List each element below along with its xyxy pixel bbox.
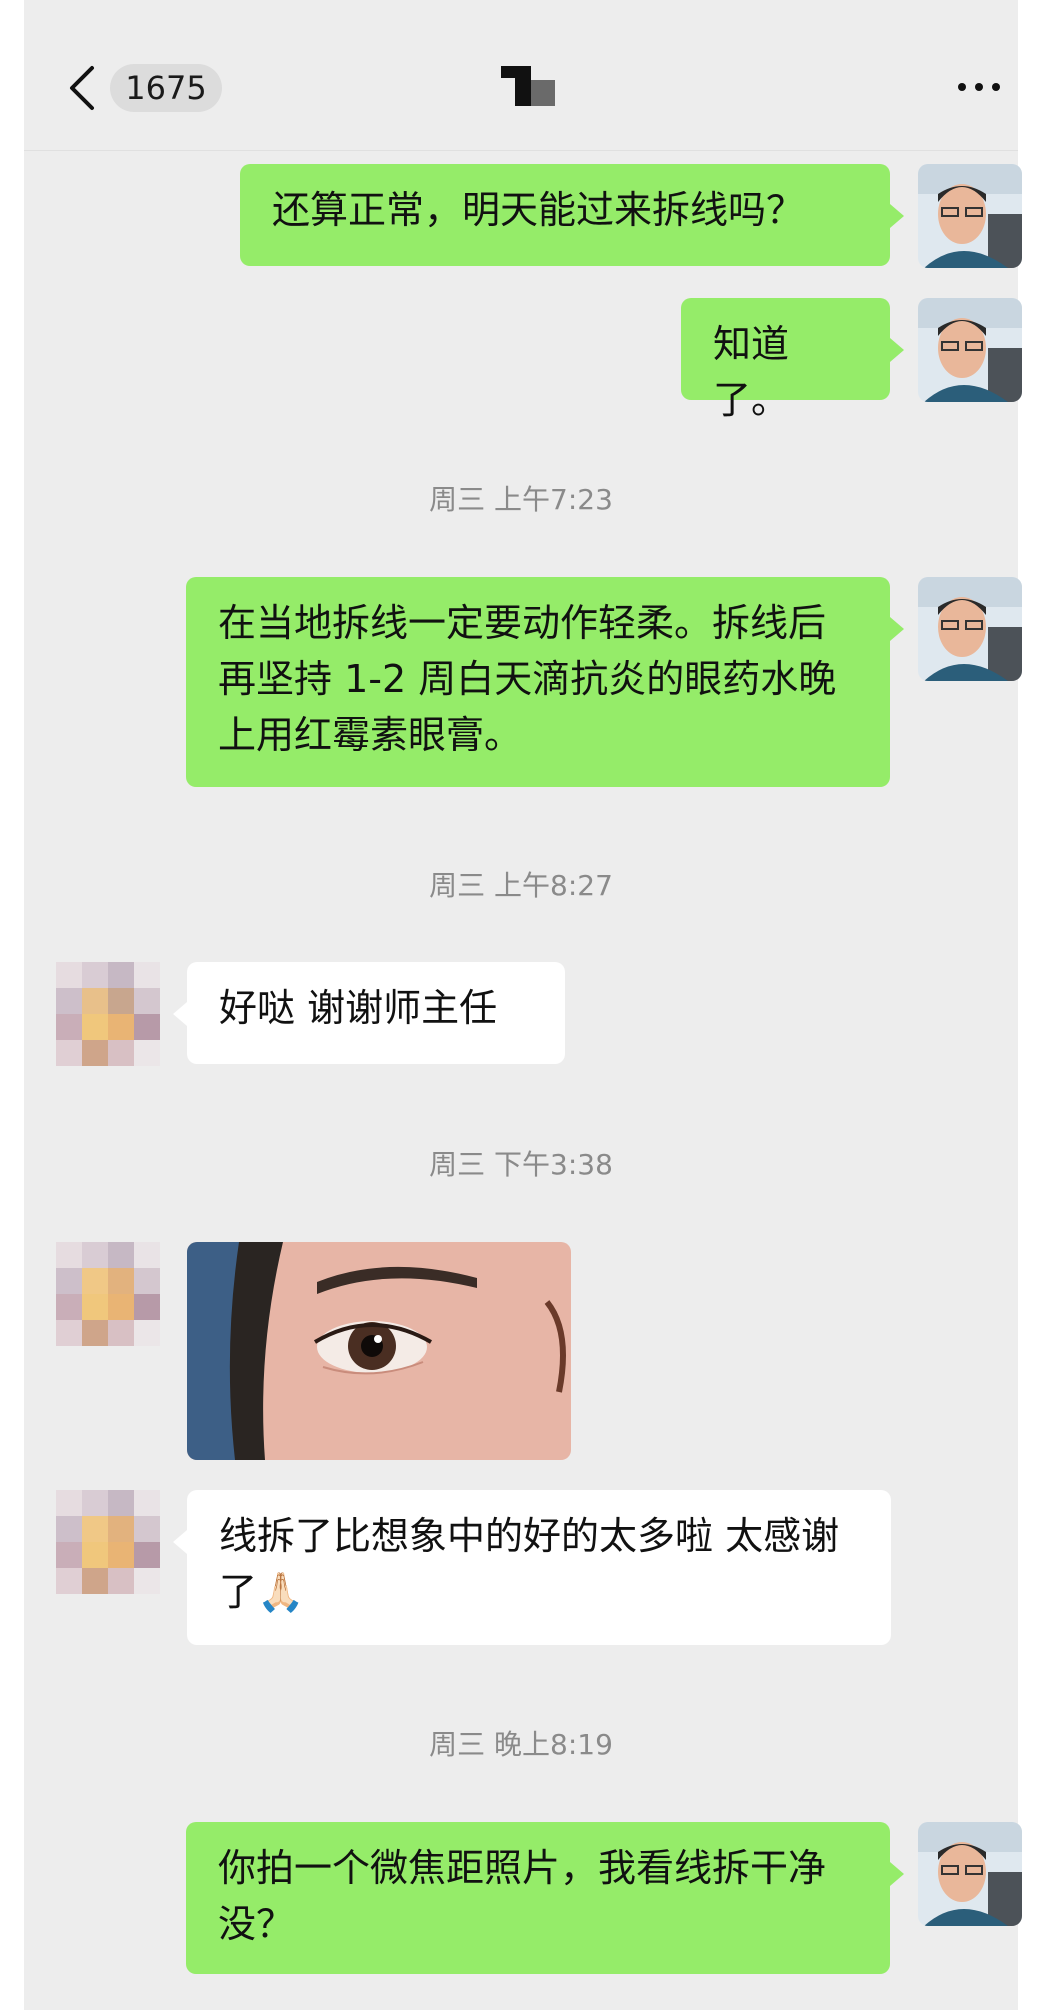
doctor-avatar[interactable] — [918, 298, 1022, 402]
eye-photo-message[interactable] — [187, 1242, 571, 1460]
message-text: 知道了。 — [713, 322, 790, 422]
patient-avatar[interactable] — [56, 962, 160, 1066]
contact-logo-icon — [501, 66, 555, 106]
bubble-tail — [890, 1862, 904, 1886]
eye-photo-image — [187, 1242, 571, 1460]
bubble-tail — [890, 617, 904, 641]
doctor-avatar-image — [918, 1822, 1022, 1926]
doctor-avatar-image — [918, 577, 1022, 681]
patient-avatar[interactable] — [56, 1242, 160, 1346]
timestamp: 周三 下午3:38 — [429, 1148, 613, 1181]
message-text: 线拆了比想象中的好的太多啦 太感谢了🙏🏻 — [219, 1514, 840, 1614]
more-dots-icon — [958, 83, 1000, 91]
bubble-tail — [890, 338, 904, 362]
message-text: 还算正常，明天能过来拆线吗？ — [272, 188, 805, 232]
screen-border-right — [1018, 0, 1044, 2010]
screen-border-left — [0, 0, 24, 2010]
message-text: 你拍一个微焦距照片，我看线拆干净没？ — [218, 1846, 827, 1946]
bubble-tail — [890, 204, 904, 228]
doctor-avatar-image — [918, 164, 1022, 268]
chevron-left-icon — [70, 66, 94, 110]
doctor-avatar[interactable] — [918, 164, 1022, 268]
timestamp: 周三 上午8:27 — [429, 869, 613, 902]
bubble-tail — [173, 1530, 187, 1554]
bubble-tail — [173, 1002, 187, 1026]
timestamp: 周三 晚上8:19 — [429, 1728, 613, 1761]
message-text: 在当地拆线一定要动作轻柔。拆线后再坚持 1-2 周白天滴抗炎的眼药水晚上用红霉素… — [218, 601, 837, 757]
back-button[interactable] — [64, 62, 104, 114]
unread-count-badge[interactable]: 1675 — [110, 64, 222, 112]
outgoing-message-bubble[interactable]: 你拍一个微焦距照片，我看线拆干净没？ — [186, 1822, 890, 1974]
chat-header: 1675 — [24, 0, 1018, 151]
chat-screen: 1675 还算正常，明天能过来拆线吗？ 知道了。 周三 上午7:23 在当地拆线… — [24, 0, 1022, 2010]
blurred-avatar-image — [56, 1490, 160, 1594]
outgoing-message-bubble[interactable]: 知道了。 — [681, 298, 890, 422]
message-text: 好哒 谢谢师主任 — [219, 986, 498, 1030]
doctor-avatar-image — [918, 298, 1022, 402]
blurred-avatar-image — [56, 962, 160, 1066]
patient-avatar[interactable] — [56, 1490, 160, 1594]
more-options-button[interactable] — [954, 72, 1004, 102]
timestamp: 周三 上午7:23 — [429, 483, 613, 516]
incoming-message-bubble[interactable]: 好哒 谢谢师主任 — [187, 962, 565, 1064]
blurred-avatar-image — [56, 1242, 160, 1346]
doctor-avatar[interactable] — [918, 1822, 1022, 1926]
incoming-message-bubble[interactable]: 线拆了比想象中的好的太多啦 太感谢了🙏🏻 — [187, 1490, 891, 1645]
outgoing-message-bubble[interactable]: 在当地拆线一定要动作轻柔。拆线后再坚持 1-2 周白天滴抗炎的眼药水晚上用红霉素… — [186, 577, 890, 787]
doctor-avatar[interactable] — [918, 577, 1022, 681]
outgoing-message-bubble[interactable]: 还算正常，明天能过来拆线吗？ — [240, 164, 890, 266]
